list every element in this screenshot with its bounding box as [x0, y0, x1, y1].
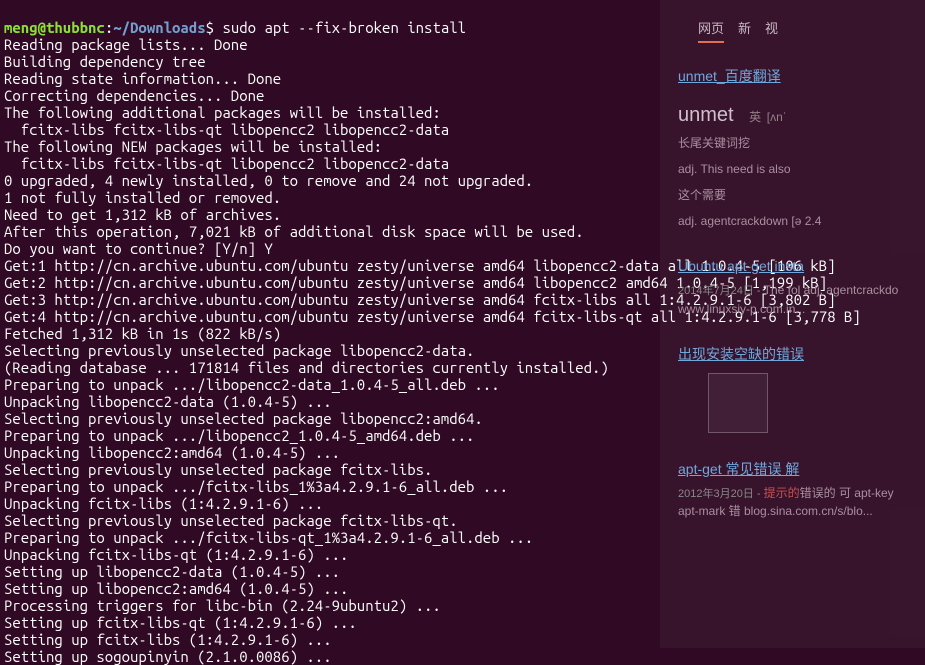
tab-web[interactable]: 网页 [698, 20, 724, 43]
output-line: Processing triggers for libc-bin (2.24-9… [4, 597, 441, 614]
output-line: Reading package lists... Done [4, 36, 248, 53]
tab-video[interactable]: 视 [765, 20, 778, 43]
result-thumbnail [708, 373, 768, 433]
prompt-sep2: $ [206, 19, 223, 36]
output-line: Setting up libopencc2:amd64 (1.0.4-5) ..… [4, 580, 348, 597]
terminal-output[interactable]: meng@thubbnc:~/Downloads$ sudo apt --fix… [0, 0, 660, 648]
meta-line: adj. agentcrackdown [ə 2.4 [668, 212, 917, 230]
result-link[interactable]: 出现安装空缺的错误 [678, 346, 917, 363]
output-line: Preparing to unpack .../libopencc2_1.0.4… [4, 427, 474, 444]
output-line: Do you want to continue? [Y/n] Y [4, 240, 273, 257]
prompt-user: meng@thubbnc [4, 19, 105, 36]
output-line: Setting up fcitx-libs-qt (1:4.2.9.1-6) .… [4, 614, 357, 631]
search-result: Ubuntu apt-get insta 2014年7月24日 - The fo… [668, 258, 917, 318]
output-line: Preparing to unpack .../libopencc2-data_… [4, 376, 500, 393]
meta-line: 长尾关键词挖 [668, 134, 917, 152]
output-line: Unpacking libopencc2:amd64 (1.0.4-5) ... [4, 444, 340, 461]
output-line: Building dependency tree [4, 53, 206, 70]
meta-line: adj. This need is also [668, 160, 917, 178]
output-line: 0 upgraded, 4 newly installed, 0 to remo… [4, 172, 533, 189]
output-line: Selecting previously unselected package … [4, 512, 458, 529]
result-snippet: 2012年3月20日 - 提示的错误的 可 apt-key apt-mark 错… [678, 484, 917, 521]
output-line: The following additional packages will b… [4, 104, 441, 121]
result-snippet: 2014年7月24日 - The fol adj. agentcrackdo w… [678, 281, 917, 318]
search-tabs: 网页 新 视 [668, 20, 917, 43]
result-link[interactable]: Ubuntu apt-get insta [678, 258, 917, 275]
tab-news[interactable]: 新 [738, 20, 751, 43]
output-line: Preparing to unpack .../fcitx-libs-qt_1%… [4, 529, 533, 546]
prompt-path: ~/Downloads [113, 19, 205, 36]
output-line: Reading state information... Done [4, 70, 281, 87]
prompt-sep1: : [105, 19, 113, 36]
search-result: 出现安装空缺的错误 [668, 346, 917, 433]
translation-title: unmet 英 [ʌnˈ [668, 107, 917, 126]
output-line: Selecting previously unselected package … [4, 342, 474, 359]
output-line: Selecting previously unselected package … [4, 461, 432, 478]
command-text: sudo apt --fix-broken install [222, 19, 466, 36]
output-line: After this operation, 7,021 kB of additi… [4, 223, 584, 240]
search-result: apt-get 常见错误 解 2012年3月20日 - 提示的错误的 可 apt… [668, 461, 917, 521]
output-line: fcitx-libs fcitx-libs-qt libopencc2 libo… [4, 155, 449, 172]
browser-panel: 网页 新 视 unmet_百度翻译 unmet 英 [ʌnˈ 长尾关键词挖 ad… [660, 0, 925, 648]
meta-line: 这个需要 [668, 186, 917, 204]
output-line: Setting up libopencc2-data (1.0.4-5) ... [4, 563, 340, 580]
output-line: fcitx-libs fcitx-libs-qt libopencc2 libo… [4, 121, 449, 138]
output-line: Setting up fcitx-libs (1:4.2.9.1-6) ... [4, 631, 332, 648]
result-link[interactable]: apt-get 常见错误 解 [678, 461, 917, 478]
output-line: The following NEW packages will be insta… [4, 138, 382, 155]
output-line: (Reading database ... 171814 files and d… [4, 359, 609, 376]
output-line: Selecting previously unselected package … [4, 410, 483, 427]
output-line: Unpacking fcitx-libs (1:4.2.9.1-6) ... [4, 495, 323, 512]
output-line: Need to get 1,312 kB of archives. [4, 206, 281, 223]
output-line: Setting up sogoupinyin (2.1.0.0086) ... [4, 648, 332, 665]
output-line: Unpacking fcitx-libs-qt (1:4.2.9.1-6) ..… [4, 546, 348, 563]
output-line: Unpacking libopencc2-data (1.0.4-5) ... [4, 393, 332, 410]
output-line: Fetched 1,312 kB in 1s (822 kB/s) [4, 325, 281, 342]
output-line: Correcting dependencies... Done [4, 87, 264, 104]
output-line: 1 not fully installed or removed. [4, 189, 281, 206]
search-result-link[interactable]: unmet_百度翻译 [668, 68, 917, 85]
output-line: Preparing to unpack .../fcitx-libs_1%3a4… [4, 478, 508, 495]
